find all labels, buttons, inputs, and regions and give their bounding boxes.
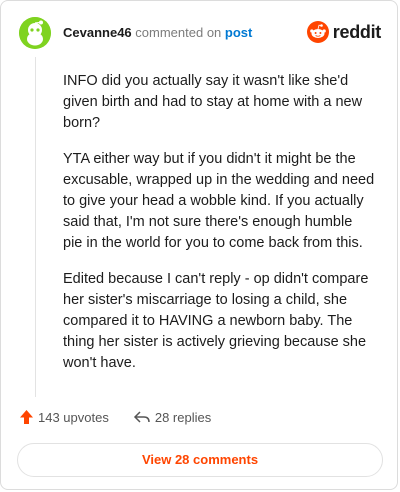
comment-body: INFO did you actually say it wasn't like…	[63, 71, 375, 389]
reddit-alien-icon	[306, 21, 329, 43]
reddit-logo[interactable]: reddit	[306, 21, 382, 43]
action-text: commented on	[135, 25, 222, 40]
reply-count: 28 replies	[154, 409, 212, 425]
comment-paragraph: YTA either way but if you didn't it migh…	[63, 151, 375, 251]
comment-paragraph: Edited because I can't reply - op didn't…	[63, 271, 369, 371]
upvote-arrow-icon	[20, 410, 33, 424]
upvote-button[interactable]: 143 upvotes	[19, 409, 109, 425]
reply-arrow-icon	[133, 411, 150, 423]
comment-header: Cevanne46 commented on post	[63, 25, 252, 40]
avatar[interactable]	[19, 17, 51, 49]
replies-button[interactable]: 28 replies	[133, 410, 211, 425]
comment-card: Cevanne46 commented on post reddit INFO …	[0, 0, 398, 490]
upvote-count: 143 upvotes	[38, 409, 109, 425]
comment-paragraph: INFO did you actually say it wasn't like…	[63, 73, 363, 131]
username-link[interactable]: Cevanne46	[63, 25, 132, 40]
comment-actions: 143 upvotes 28 replies	[19, 409, 211, 425]
snoo-avatar-icon	[19, 17, 51, 49]
post-link[interactable]: post	[225, 25, 252, 40]
reddit-wordmark: reddit	[332, 21, 382, 42]
view-comments-button[interactable]: View 28 comments	[17, 443, 383, 477]
thread-line	[35, 57, 36, 397]
